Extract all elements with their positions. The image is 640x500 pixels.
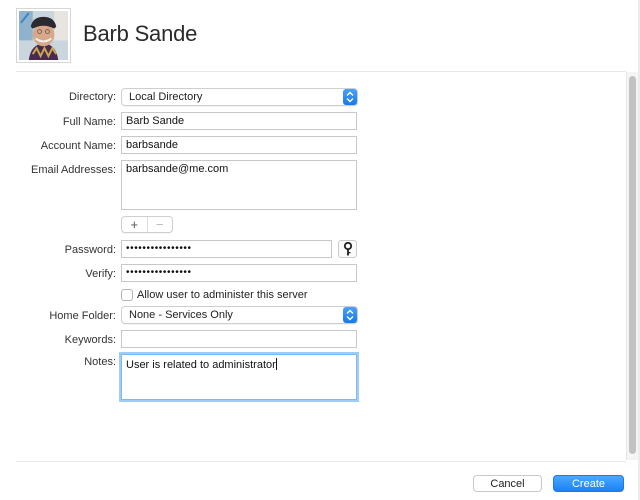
verify-password-field[interactable]: •••••••••••••••• [121,264,357,282]
home-folder-select-value: None - Services Only [129,309,233,321]
verify-label: Verify: [85,268,116,280]
admin-checkbox-label[interactable]: Allow user to administer this server [137,289,308,301]
password-assistant-button[interactable] [338,240,357,258]
cancel-button[interactable]: Cancel [473,475,542,492]
email-address-item[interactable]: barbsande@me.com [126,163,352,175]
key-icon [343,242,352,256]
email-addresses-label: Email Addresses: [31,164,116,176]
email-add-remove-control: + − [121,216,173,233]
notes-label: Notes: [84,356,116,368]
full-name-label: Full Name: [62,116,116,128]
account-name-field[interactable]: barbsande [121,136,357,154]
keywords-field[interactable] [121,330,357,348]
admin-checkbox[interactable] [121,289,133,301]
full-name-field[interactable]: Barb Sande [121,112,357,130]
notes-textarea[interactable]: User is related to administrator [121,354,357,400]
select-stepper-icon [343,89,357,105]
directory-label: Directory: [68,91,116,103]
home-folder-label: Home Folder: [49,310,116,322]
home-folder-select[interactable]: None - Services Only [121,306,358,324]
scrollbar-thumb[interactable] [629,76,636,454]
add-email-button[interactable]: + [122,217,147,232]
create-button[interactable]: Create [553,475,624,492]
directory-select-value: Local Directory [129,91,203,103]
user-name-title: Barb Sande [83,21,198,46]
remove-email-button[interactable]: − [146,217,173,232]
notes-text: User is related to administrator [126,359,276,371]
text-cursor [275,358,277,370]
user-avatar[interactable] [16,8,71,63]
footer-divider [16,461,626,462]
email-addresses-list[interactable]: barbsande@me.com [121,160,357,210]
account-name-label: Account Name: [40,140,116,152]
user-photo-icon [19,11,68,60]
password-field[interactable]: •••••••••••••••• [121,240,332,258]
keywords-label: Keywords: [64,334,116,346]
directory-select[interactable]: Local Directory [121,88,358,106]
select-stepper-icon [343,307,357,323]
header-divider [16,71,626,72]
password-label: Password: [64,244,116,256]
